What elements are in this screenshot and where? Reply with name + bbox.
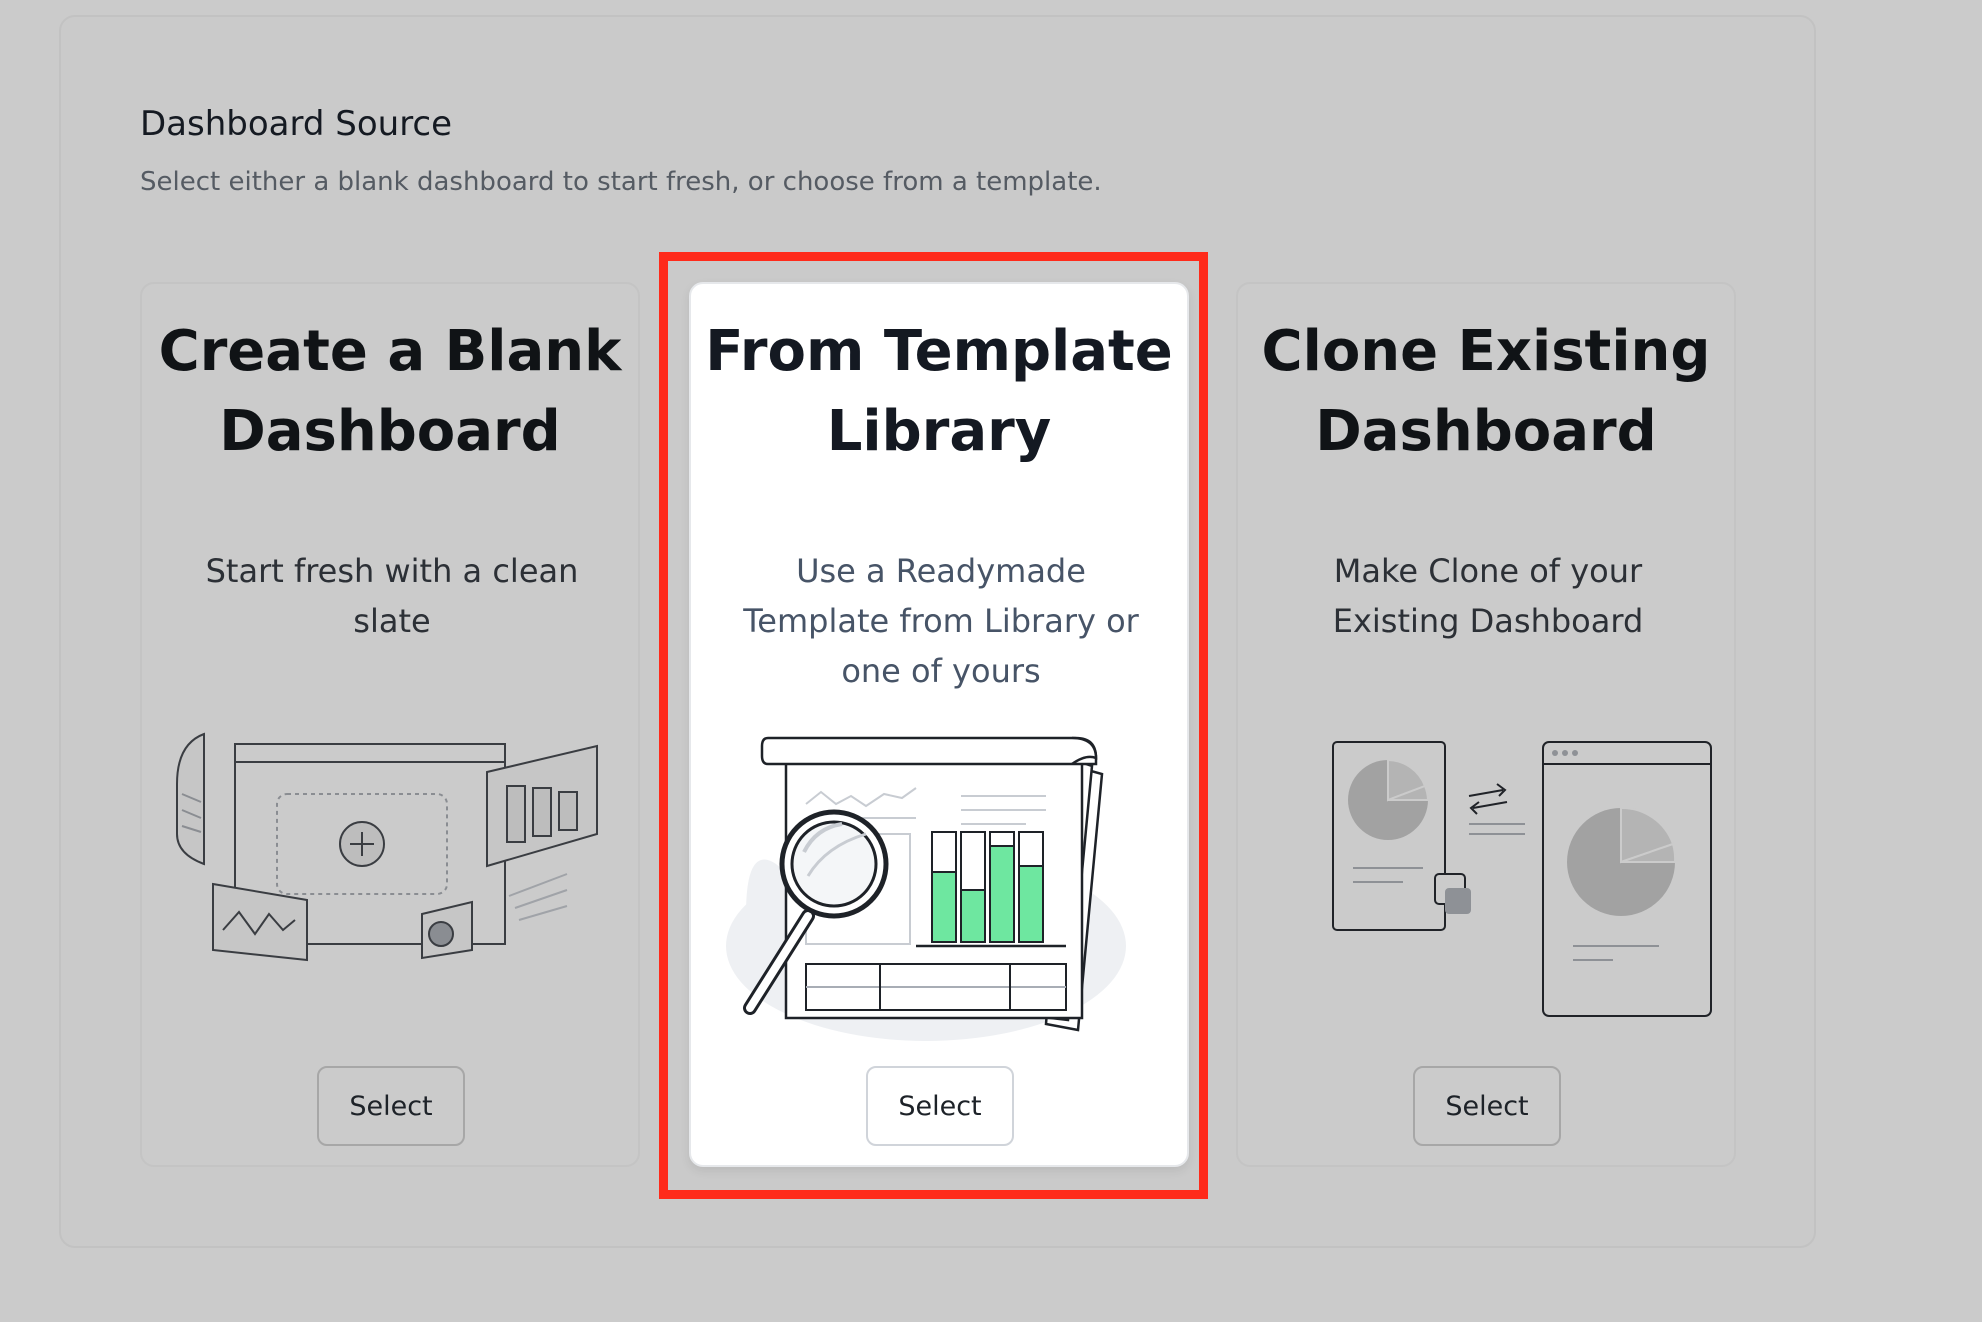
- clone-dashboard-illustration: [1332, 741, 1712, 1017]
- selection-highlight: [659, 252, 1208, 1199]
- select-button-blank[interactable]: Select: [317, 1066, 465, 1146]
- select-button-clone[interactable]: Select: [1413, 1066, 1561, 1146]
- card-blank-dashboard[interactable]: Create a Blank Dashboard Start fresh wit…: [140, 282, 640, 1167]
- card-title: Clone Existing Dashboard: [1261, 319, 1711, 464]
- blank-dashboard-illustration: [176, 732, 598, 962]
- card-clone-dashboard[interactable]: Clone Existing Dashboard Make Clone of y…: [1236, 282, 1736, 1167]
- section-title: Dashboard Source: [140, 104, 453, 144]
- card-description: Make Clone of your Existing Dashboard: [1332, 552, 1644, 640]
- card-description: Start fresh with a clean slate: [205, 552, 579, 640]
- card-title: Create a Blank Dashboard: [158, 319, 622, 464]
- section-subtitle: Select either a blank dashboard to start…: [140, 167, 1102, 197]
